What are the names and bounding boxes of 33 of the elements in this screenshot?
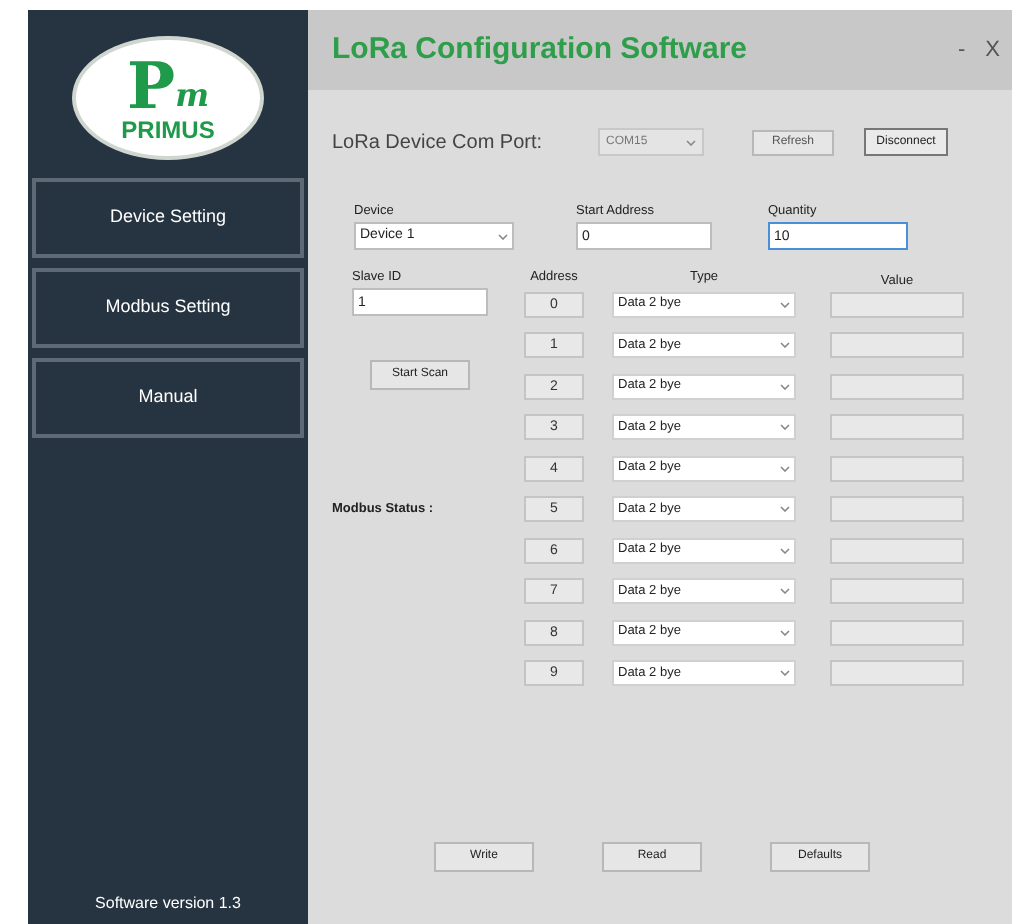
sidebar-item[interactable]: Manual [32,358,304,438]
value-field[interactable] [830,332,964,358]
value-field[interactable] [830,537,964,563]
value-field[interactable] [830,414,964,440]
sidebar-item[interactable]: Modbus Setting [32,268,304,348]
value-field[interactable] [830,660,964,686]
chevron-down-icon [780,424,790,430]
sidebar-item[interactable]: Device Setting [32,178,304,258]
value-field[interactable] [830,578,964,604]
chevron-down-icon [780,465,790,471]
value-field[interactable] [830,373,964,399]
close-button[interactable]: X [985,39,1000,61]
chevron-down-icon [780,670,790,676]
chevron-down-icon [780,629,790,635]
chevron-down-icon [780,301,790,307]
chevron-down-icon [686,139,696,145]
com-port-label: LoRa Device Com Port: [332,129,545,157]
value-field[interactable] [830,455,964,481]
logo-letter: P [127,54,176,118]
value-field[interactable] [830,291,964,317]
chevron-down-icon [780,383,790,389]
chevron-down-icon [780,506,790,512]
chevron-down-icon [498,233,508,239]
chevron-down-icon [780,588,790,594]
chevron-down-icon [780,547,790,553]
chevron-down-icon [780,342,790,348]
logo-letter: m [175,80,209,112]
logo-text: PRIMUS [121,118,215,142]
value-field[interactable] [830,496,964,522]
minimize-button[interactable]: - [957,39,966,61]
version-text: Software version 1.3 [95,892,241,916]
window-title: LoRa Configuration Software [332,29,747,70]
value-field[interactable] [830,619,964,645]
